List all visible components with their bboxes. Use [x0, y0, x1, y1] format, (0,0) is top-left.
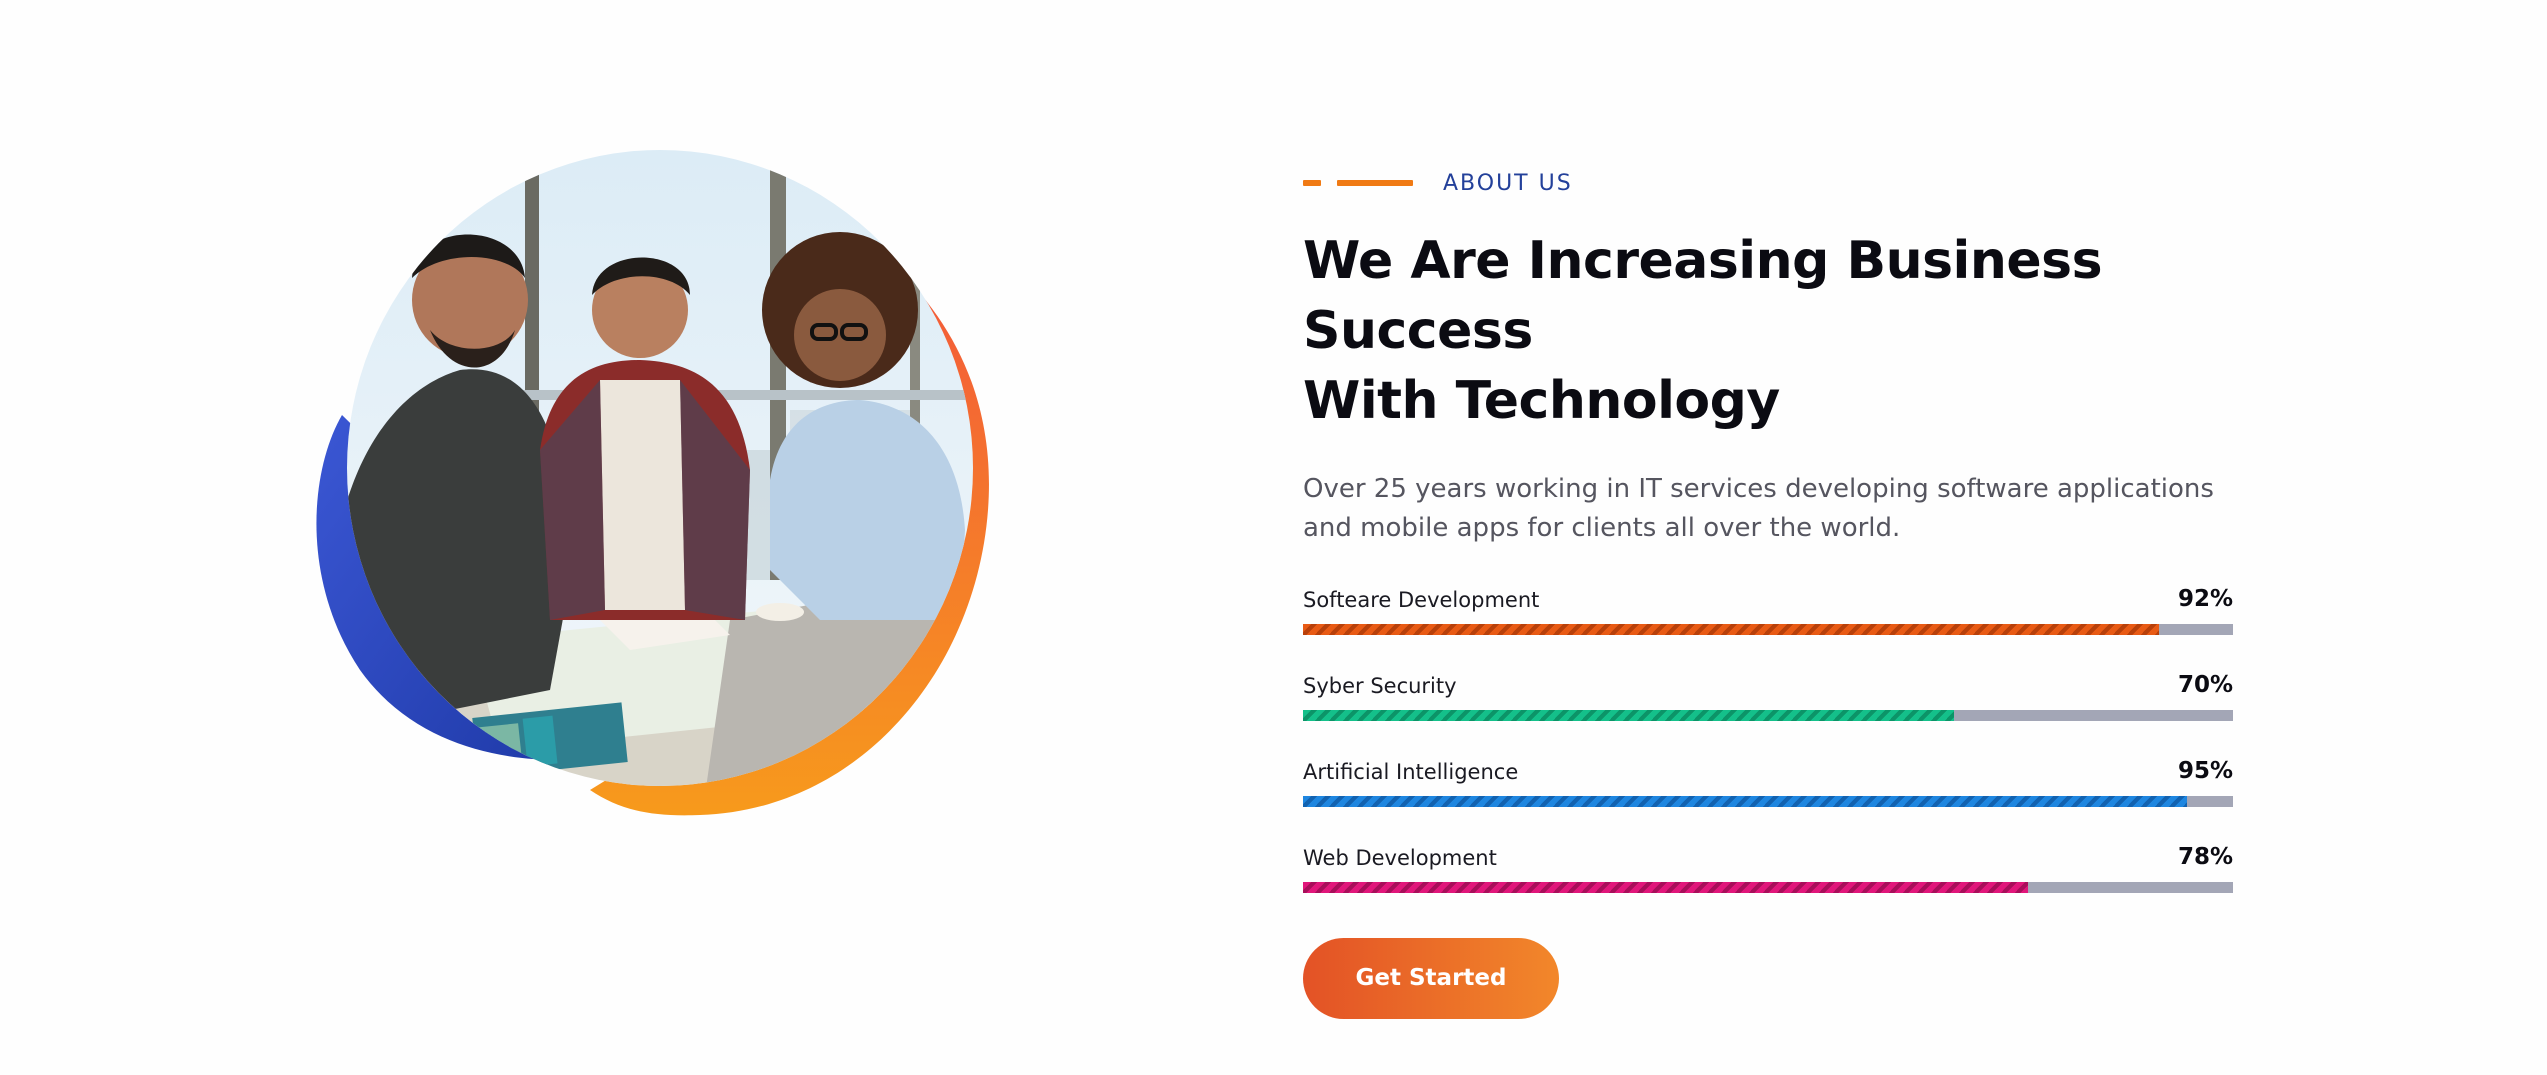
skill-name: Web Development — [1303, 846, 1497, 870]
skill-item: Artificial Intelligence 95% — [1303, 744, 2233, 830]
skill-progress-fill — [1303, 796, 2187, 807]
get-started-button[interactable]: Get Started — [1303, 938, 1559, 1019]
skill-item: Softeare Development 92% — [1303, 572, 2233, 658]
team-photo-graphic — [316, 150, 989, 816]
skill-name: Softeare Development — [1303, 588, 1540, 612]
skill-percent: 92% — [2177, 586, 2233, 612]
heading-line-1: We Are Increasing Business Success — [1303, 231, 2103, 361]
skill-percent: 95% — [2177, 758, 2233, 784]
heading-line-2: With Technology — [1303, 371, 1780, 431]
skill-item: Web Development 78% — [1303, 830, 2233, 916]
skill-name: Artificial Intelligence — [1303, 760, 1519, 784]
about-section: ABOUT US We Are Increasing Business Succ… — [0, 0, 2547, 1075]
eyebrow-dash-long — [1337, 180, 1413, 186]
skill-name: Syber Security — [1303, 674, 1457, 698]
eyebrow-label: ABOUT US — [1443, 170, 1573, 196]
section-description: Over 25 years working in IT services dev… — [1303, 474, 2214, 543]
skill-progress-fill — [1303, 882, 2029, 893]
section-eyebrow: ABOUT US — [1303, 170, 2233, 196]
team-photo-composition — [300, 150, 1020, 830]
skill-progress-track — [1303, 710, 2233, 721]
skills-list: Softeare Development 92% Syber Security … — [1303, 572, 2233, 916]
skill-progress-fill — [1303, 624, 2159, 635]
skill-progress-track — [1303, 796, 2233, 807]
eyebrow-dash-short — [1303, 180, 1321, 186]
team-photo — [347, 150, 973, 786]
about-content: ABOUT US We Are Increasing Business Succ… — [1303, 170, 2233, 1019]
section-heading: We Are Increasing Business Success With … — [1303, 226, 2233, 436]
skill-percent: 78% — [2177, 844, 2233, 870]
skill-progress-track — [1303, 882, 2233, 893]
skill-progress-fill — [1303, 710, 1954, 721]
skill-progress-track — [1303, 624, 2233, 635]
skill-item: Syber Security 70% — [1303, 658, 2233, 744]
skill-percent: 70% — [2177, 672, 2233, 698]
